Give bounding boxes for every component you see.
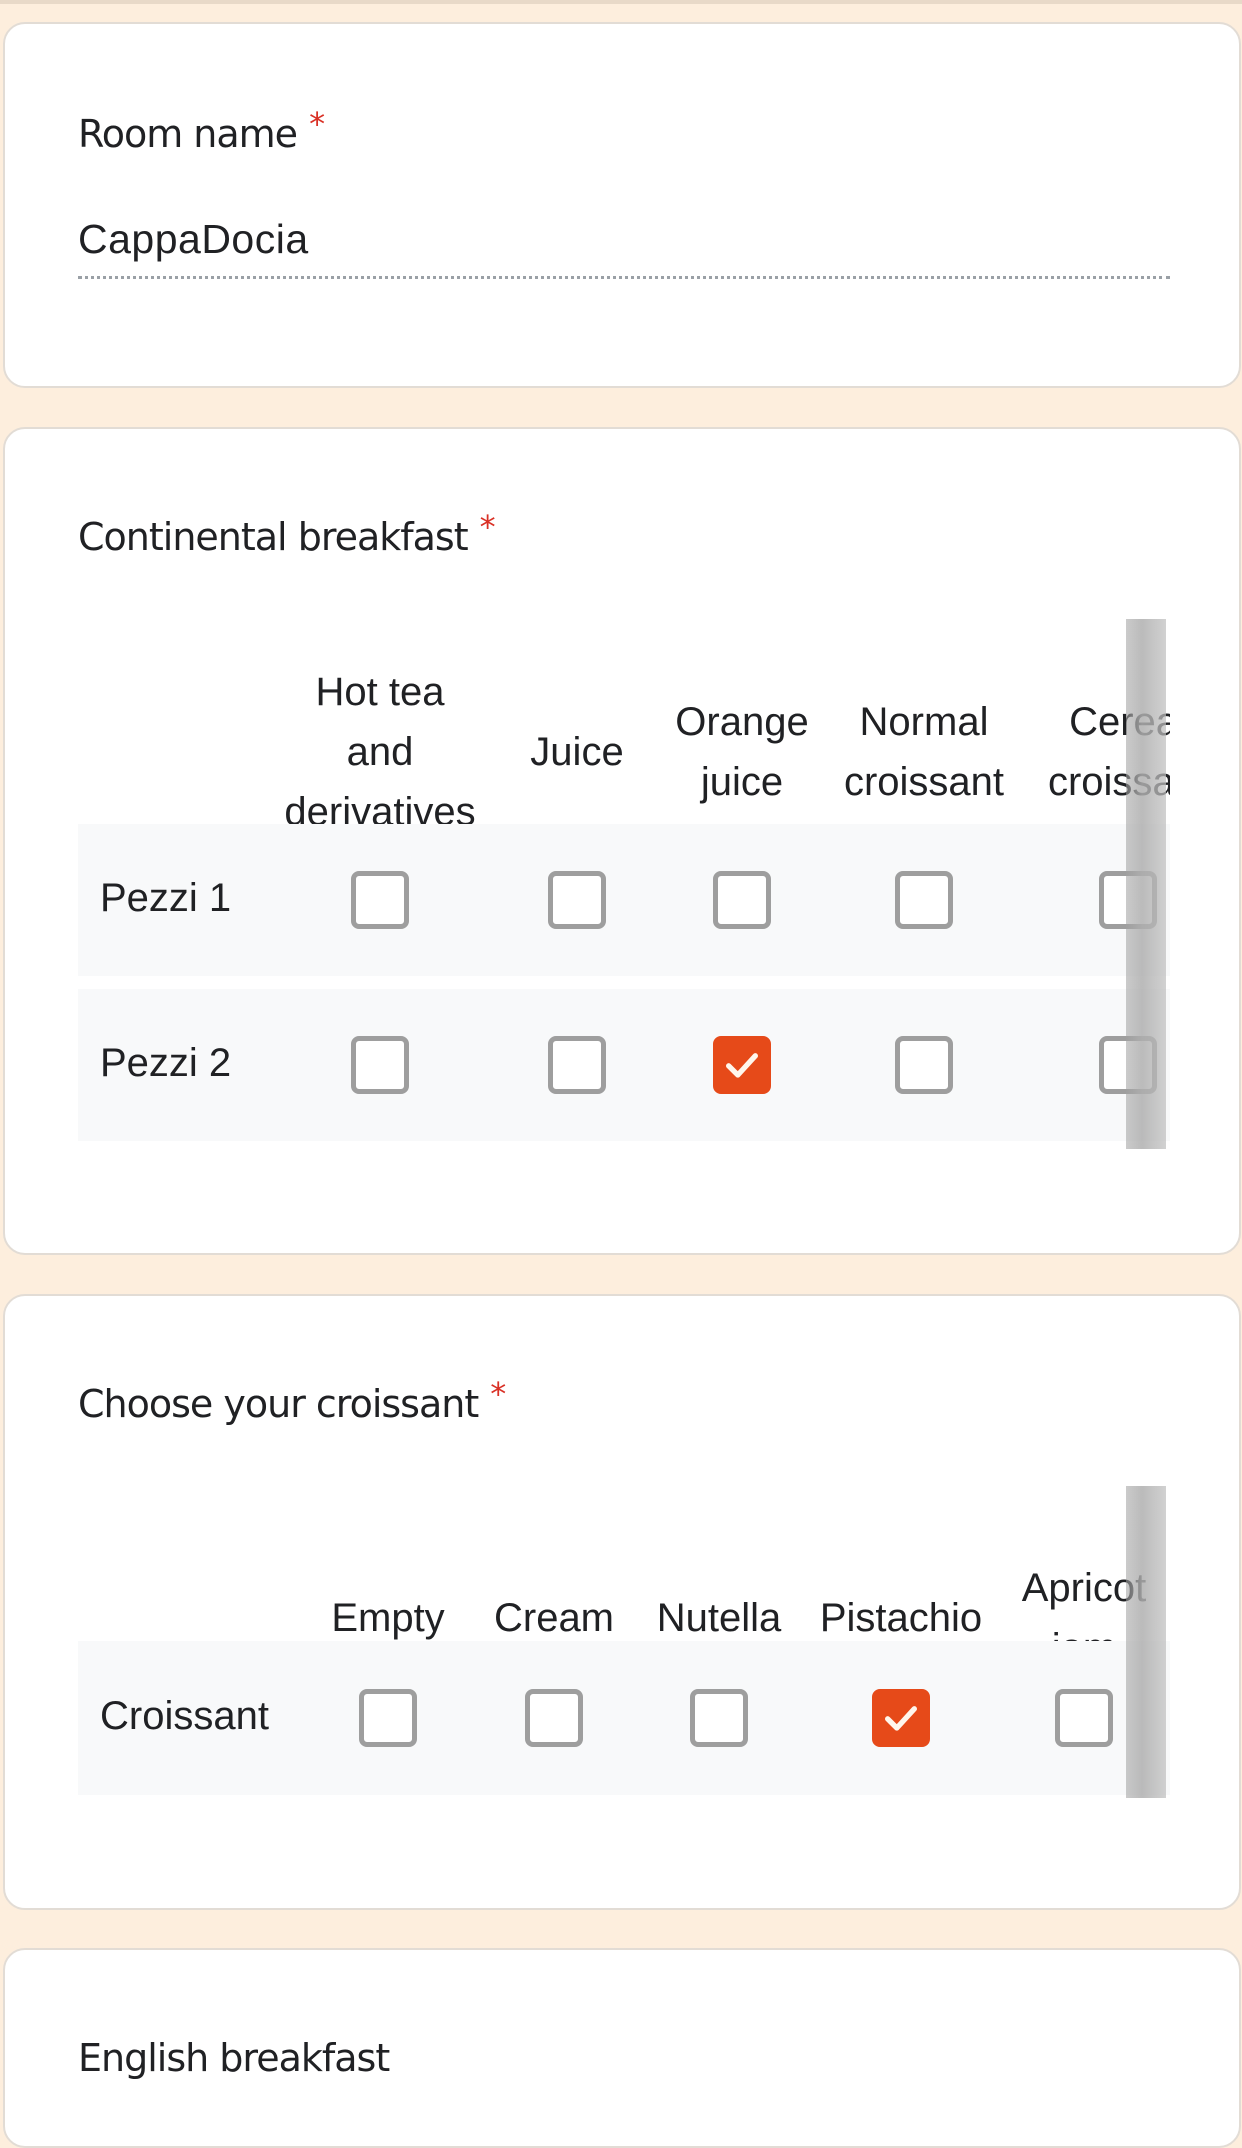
- checkbox[interactable]: [895, 871, 953, 929]
- question-title-text: Continental breakfast: [78, 515, 469, 559]
- required-marker: *: [479, 508, 496, 546]
- input-underline: [78, 276, 1170, 279]
- checkbox[interactable]: [351, 871, 409, 929]
- column-header: Pistachio: [820, 1588, 982, 1648]
- checkbox[interactable]: [548, 1036, 606, 1094]
- column-header: Nutella: [657, 1588, 782, 1648]
- checkbox[interactable]: [1055, 1689, 1113, 1747]
- question-card-room-name: Room name * CappaDocia: [3, 22, 1241, 388]
- question-title: Continental breakfast *: [78, 508, 496, 559]
- column-header-line: juice: [700, 760, 784, 804]
- question-card-continental-breakfast: Continental breakfast * Hot tea and derivat…: [3, 427, 1241, 1255]
- column-header-line: Nutella: [656, 1596, 782, 1640]
- column-header-line: croissant: [843, 760, 1005, 804]
- question-card-english-breakfast: English breakfast: [3, 1948, 1241, 2148]
- horizontal-scroll-shadow[interactable]: [1126, 619, 1166, 1149]
- checkbox[interactable]: [525, 1689, 583, 1747]
- column-header: Orange juice: [675, 692, 808, 812]
- column-header-line: and: [346, 730, 414, 774]
- checkbox-checked[interactable]: [713, 1036, 771, 1094]
- top-edge: [0, 0, 1242, 4]
- question-title: Room name *: [78, 105, 325, 156]
- column-header-line: Cream: [493, 1596, 615, 1640]
- checkbox[interactable]: [548, 871, 606, 929]
- question-title-text: Choose your croissant: [78, 1382, 479, 1426]
- required-marker: *: [309, 105, 325, 143]
- checkbox-grid-croissant[interactable]: EmptyCreamNutellaPistachioApricotjamCroi…: [78, 1486, 1170, 1816]
- column-header-line: Orange: [675, 700, 809, 744]
- question-title-text: Room name: [78, 112, 298, 156]
- grid-row: [78, 989, 1170, 1141]
- column-header: Normal croissant: [844, 692, 1004, 812]
- column-header-line: Empty: [331, 1596, 445, 1640]
- column-header: Empty: [331, 1588, 444, 1648]
- grid-row: [78, 824, 1170, 976]
- checkbox[interactable]: [690, 1689, 748, 1747]
- column-header-line: Hot tea: [315, 670, 445, 714]
- column-header: Hot tea and derivatives: [284, 662, 475, 842]
- row-label: Pezzi 1: [100, 876, 232, 920]
- column-header-line: Juice: [530, 730, 624, 774]
- column-header-line: Normal: [859, 700, 989, 744]
- checkbox[interactable]: [359, 1689, 417, 1747]
- column-header: Juice: [530, 722, 623, 782]
- row-label: Pezzi 2: [100, 1041, 232, 1085]
- checkbox[interactable]: [895, 1036, 953, 1094]
- question-title: English breakfast: [78, 2036, 390, 2080]
- column-header: Cream: [494, 1588, 614, 1648]
- question-card-choose-croissant: Choose your croissant * Empty Cream Nutella…: [3, 1294, 1241, 1910]
- checkbox[interactable]: [713, 871, 771, 929]
- horizontal-scroll-shadow[interactable]: [1126, 1486, 1166, 1798]
- question-title: Choose your croissant *: [78, 1375, 506, 1426]
- required-marker: *: [490, 1375, 506, 1413]
- room-name-input[interactable]: CappaDocia: [78, 216, 309, 263]
- checkbox-checked[interactable]: [872, 1689, 930, 1747]
- column-header-line: Pistachio: [819, 1596, 983, 1640]
- checkbox[interactable]: [351, 1036, 409, 1094]
- row-label: Croissant: [100, 1694, 269, 1738]
- question-title-text: English breakfast: [78, 2036, 390, 2080]
- checkbox-grid-continental[interactable]: Hot tea and derivatives Juice Orange juice Nor…: [78, 619, 1170, 1149]
